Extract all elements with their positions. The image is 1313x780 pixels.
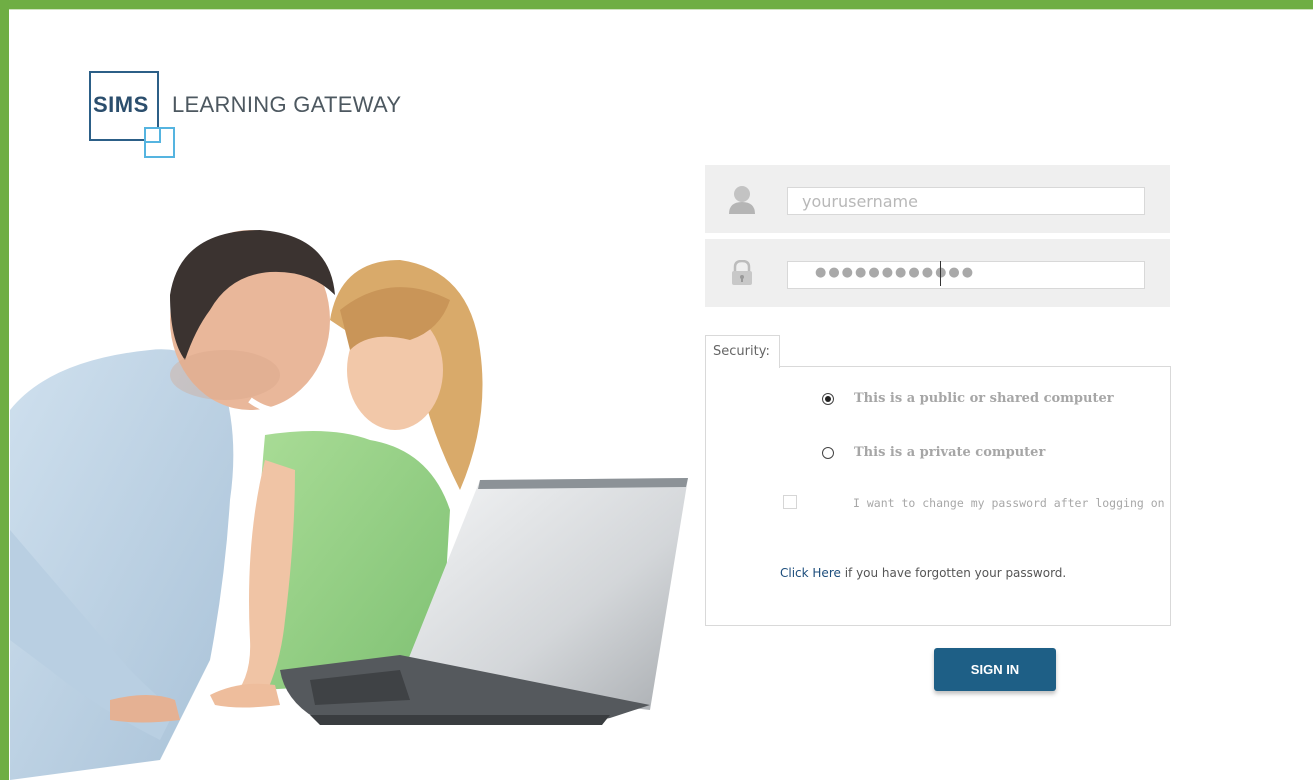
logo-square-inner — [144, 127, 161, 143]
security-label: Security: — [713, 344, 770, 359]
change-password-checkbox[interactable] — [783, 495, 797, 509]
username-row — [705, 165, 1170, 233]
option-private-label[interactable]: This is a private computer — [854, 445, 1045, 460]
forgot-password-link[interactable]: Click Here — [780, 566, 841, 580]
forgot-password-text: Click Here if you have forgotten your pa… — [780, 566, 1066, 580]
green-frame-left — [0, 0, 9, 780]
logo-sims-text: SIMS — [93, 92, 149, 117]
frame-highlight — [0, 9, 1313, 10]
radio-private-computer[interactable] — [822, 447, 834, 459]
user-silhouette-icon — [705, 165, 778, 233]
sign-in-button[interactable]: SIGN IN — [934, 648, 1056, 691]
text-caret — [940, 261, 941, 286]
option-public-label[interactable]: This is a public or shared computer — [854, 391, 1114, 406]
change-password-label: I want to change my password after loggi… — [853, 496, 1165, 510]
green-frame-top — [0, 0, 1313, 9]
hero-photo-family-laptop — [10, 230, 688, 780]
logo-product-text: LEARNING GATEWAY — [172, 92, 402, 117]
sims-logo: SIMS LEARNING GATEWAY — [89, 71, 449, 161]
forgot-password-suffix: if you have forgotten your password. — [840, 566, 1067, 580]
password-mask: ●●●●●●●●●●●● — [815, 265, 976, 280]
padlock-icon — [705, 239, 778, 307]
username-input[interactable] — [787, 187, 1145, 215]
radio-public-computer[interactable] — [822, 393, 834, 405]
